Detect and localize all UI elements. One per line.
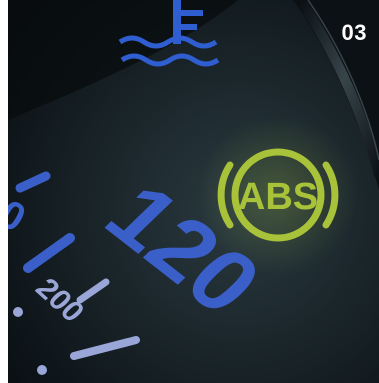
- tick-dot-2: [37, 365, 47, 375]
- abs-label: ABS: [238, 176, 318, 218]
- page-number: 03: [341, 20, 367, 45]
- dashboard-photo: ABS 120 0 200: [8, 0, 379, 383]
- tick-dot-1: [13, 307, 23, 317]
- photo-frame: ABS 120 0 200 03: [8, 0, 379, 383]
